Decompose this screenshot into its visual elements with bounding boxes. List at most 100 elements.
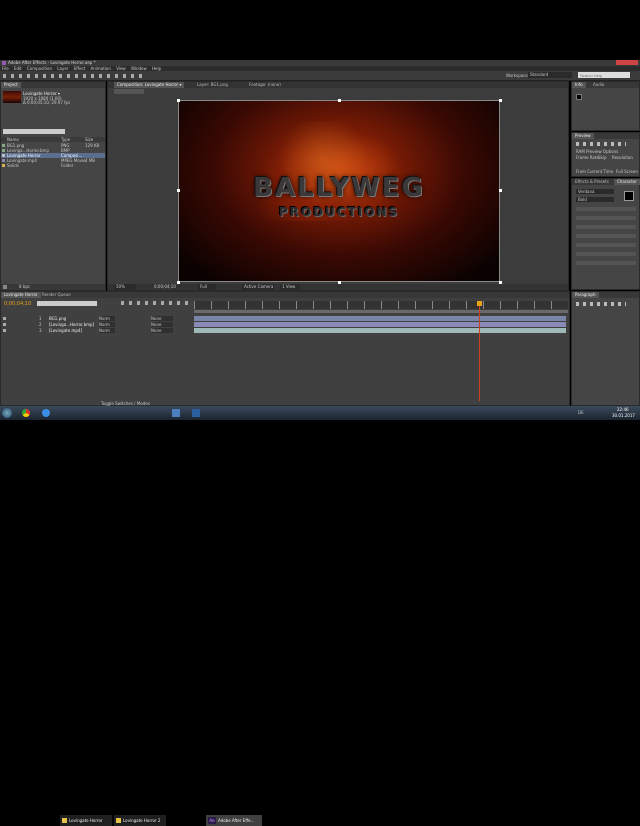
viewer-footer: 50% 0;00;04;10 Full Active Camera 1 View xyxy=(108,284,568,290)
trash-icon[interactable] xyxy=(3,285,7,289)
preview-panel: Preview RAM Preview Options Frame Rate S… xyxy=(571,132,640,177)
paragraph-tab-bar: Paragraph xyxy=(572,292,639,298)
layer-list: 1 BG1.png Norm None 2 [Lovinga...Horror.… xyxy=(1,316,193,334)
work-area-bar[interactable] xyxy=(194,310,568,313)
font-select[interactable]: Verdana xyxy=(576,189,614,194)
preview-tab-bar: Preview xyxy=(572,133,639,139)
workspace-select[interactable]: Standard xyxy=(528,72,572,78)
camera-select[interactable]: Active Camera xyxy=(242,284,274,290)
fill-color-swatch[interactable] xyxy=(624,191,634,201)
tab-character[interactable]: Character xyxy=(614,179,640,185)
tab-composition[interactable]: Composition: Lovingate Horror ▾ xyxy=(114,82,185,88)
playback-controls[interactable] xyxy=(576,142,626,146)
app-shortcut-icon[interactable] xyxy=(172,409,180,417)
info-tab-bar: Info Audio xyxy=(572,82,639,88)
table-row[interactable]: 1 BG1.png Norm None xyxy=(1,316,193,321)
tab-project[interactable]: Project xyxy=(1,82,21,88)
tab-audio[interactable]: Audio xyxy=(590,82,607,88)
layer-bar[interactable] xyxy=(194,328,566,333)
project-search-input[interactable] xyxy=(3,129,65,134)
resolution-select[interactable]: Full xyxy=(198,284,216,290)
timeline-search-input[interactable] xyxy=(37,301,97,306)
eye-icon[interactable] xyxy=(3,323,6,326)
current-time-indicator[interactable] xyxy=(479,301,480,401)
time-ruler[interactable] xyxy=(194,301,568,309)
comp-thumbnail xyxy=(3,91,21,103)
table-row[interactable]: 3 [Lovingate.mp4] Norm None xyxy=(1,328,193,333)
clock-date[interactable]: 30.01.2017 xyxy=(612,413,635,418)
clock-time[interactable]: 22:46 xyxy=(617,407,629,412)
layer-bar[interactable] xyxy=(194,322,566,327)
timeline-tab-bar: Lovingate Horror Render Queue xyxy=(1,292,569,298)
col-name[interactable]: Name xyxy=(7,137,19,142)
taskbar-item-active[interactable]: Ae Adobe After Effe... xyxy=(206,815,262,826)
ae-icon: Ae xyxy=(208,817,216,824)
tab-paragraph[interactable]: Paragraph xyxy=(572,292,599,298)
tab-footage[interactable]: Footage: (none) xyxy=(246,82,284,88)
list-item[interactable]: Solids Folder xyxy=(1,163,105,168)
skip-label: Skip xyxy=(598,155,607,160)
frame-rate-label: Frame Rate xyxy=(576,155,599,160)
project-tab-bar: Project xyxy=(1,82,105,88)
tab-effects-presets[interactable]: Effects & Presets xyxy=(572,179,612,185)
taskbar-item[interactable]: Lovingate Horror 2 xyxy=(114,815,166,826)
handle-tl[interactable] xyxy=(177,99,180,102)
style-select[interactable]: Bold xyxy=(576,197,614,202)
composition-canvas[interactable]: BALLYWEG PRODUCTIONS xyxy=(178,100,500,282)
handle-tr[interactable] xyxy=(499,99,502,102)
ie-icon[interactable] xyxy=(42,409,50,417)
comp-icon xyxy=(2,154,5,157)
taskbar: Lovingate Horror Lovingate Horror 2 Ae A… xyxy=(0,406,640,826)
character-tab-bar: Effects & Presets Character xyxy=(572,179,640,185)
zoom-select[interactable]: 50% xyxy=(114,284,136,290)
file-icon xyxy=(2,149,5,152)
language-indicator[interactable]: DE xyxy=(578,410,584,415)
tool-icons[interactable] xyxy=(3,74,143,78)
character-panel: Effects & Presets Character Verdana Bold xyxy=(571,178,640,290)
full-screen-checkbox[interactable]: Full Screen xyxy=(616,169,638,174)
eye-icon[interactable] xyxy=(3,317,6,320)
eye-icon[interactable] xyxy=(3,329,6,332)
bpc-button[interactable]: 8 bpc xyxy=(19,284,30,290)
tools-bar: Workspace: Standard xyxy=(0,71,640,81)
layer-bar[interactable] xyxy=(194,316,566,321)
comp-info-duration: Δ 0;00;05;10, 29.97 fps xyxy=(23,100,71,105)
views-select[interactable]: 1 View xyxy=(280,284,300,290)
col-type[interactable]: Type xyxy=(61,137,70,142)
taskbar-item[interactable]: Lovingate Horror xyxy=(60,815,112,826)
file-icon xyxy=(2,144,5,147)
resolution-label: Resolution xyxy=(612,155,633,160)
timeline-current-time[interactable]: 0;00;04;10 xyxy=(4,301,31,307)
movie-icon xyxy=(2,159,5,162)
window-controls[interactable] xyxy=(616,60,638,65)
current-time-display[interactable]: 0;00;04;10 xyxy=(154,284,176,290)
playhead-icon[interactable] xyxy=(477,301,482,306)
paragraph-align-buttons[interactable] xyxy=(576,302,626,306)
handle-ml[interactable] xyxy=(177,189,180,192)
tab-render-queue[interactable]: Render Queue xyxy=(39,292,74,298)
search-help-input[interactable] xyxy=(578,72,630,78)
chrome-icon[interactable] xyxy=(22,409,30,417)
timeline-switches[interactable] xyxy=(121,301,191,305)
handle-tm[interactable] xyxy=(338,99,341,102)
ps-shortcut-icon[interactable] xyxy=(192,409,200,417)
tab-info[interactable]: Info xyxy=(572,82,586,88)
subtitle-text: PRODUCTIONS xyxy=(278,205,400,219)
from-current-checkbox[interactable]: From Current Time xyxy=(576,169,613,174)
tab-timeline-comp[interactable]: Lovingate Horror xyxy=(1,292,41,298)
layer-name: [Lovingate.mp4] xyxy=(49,328,83,333)
start-button[interactable] xyxy=(2,408,12,418)
tab-preview[interactable]: Preview xyxy=(572,133,594,139)
paragraph-panel: Paragraph xyxy=(571,291,640,406)
comp-breadcrumb[interactable] xyxy=(114,89,144,94)
project-panel: Project Lovingate Horror ▾ 1920 x 1080 (… xyxy=(0,81,106,291)
folder-icon xyxy=(116,818,121,823)
character-settings[interactable] xyxy=(576,207,636,267)
color-swatch xyxy=(576,94,582,100)
table-row[interactable]: 2 [Lovinga...Horror.bmp] Norm None xyxy=(1,322,193,327)
handle-mr[interactable] xyxy=(499,189,502,192)
folder-icon xyxy=(62,818,67,823)
tab-layer[interactable]: Layer: BG1.png xyxy=(194,82,231,88)
col-size[interactable]: Size xyxy=(85,137,93,142)
ram-preview-options[interactable]: RAM Preview Options xyxy=(576,149,618,154)
